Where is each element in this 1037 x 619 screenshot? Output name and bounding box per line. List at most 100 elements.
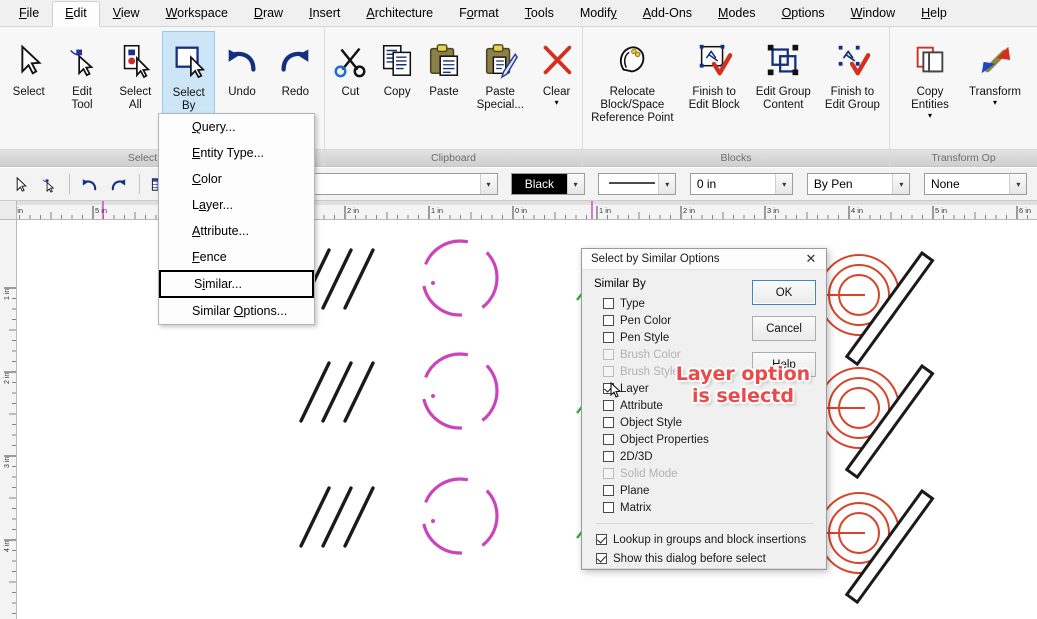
chevron-down-icon[interactable]: ▾ — [555, 99, 559, 107]
dialog-button-ok[interactable]: OK — [752, 280, 816, 305]
attr-field-arrow-select[interactable]: None ▾ — [923, 173, 1028, 195]
menu-item-help[interactable]: Help — [908, 1, 960, 26]
checkbox-icon[interactable] — [603, 400, 614, 411]
footer-checkbox-row-0[interactable]: Lookup in groups and block insertions — [596, 530, 816, 549]
ribbon-button-paste-special[interactable]: Paste Special... — [467, 31, 533, 127]
checkbox-label: Pen Style — [620, 331, 670, 344]
menu-item-edit[interactable]: Edit — [52, 1, 100, 27]
chevron-down-icon[interactable]: ▾ — [892, 174, 910, 194]
ribbon-button-copy-entities[interactable]: Copy Entities ▾ — [892, 31, 968, 127]
chevron-down-icon[interactable]: ▾ — [479, 174, 497, 194]
dropdown-item-similar-options[interactable]: Similar Options... — [159, 298, 314, 324]
select-all-icon — [116, 37, 154, 83]
copy-entities-icon — [911, 37, 949, 83]
ribbon-button-label: Copy Entities — [911, 86, 949, 111]
menu-item-modify[interactable]: Modify — [567, 1, 630, 26]
menu-item-workspace[interactable]: Workspace — [153, 1, 241, 26]
chevron-down-icon[interactable]: ▾ — [1009, 174, 1027, 194]
ribbon-button-copy[interactable]: Copy — [374, 31, 421, 127]
ribbon-button-select[interactable]: Select — [2, 31, 55, 127]
ribbon-button-paste[interactable]: Paste — [421, 31, 468, 127]
checkbox-icon[interactable] — [596, 534, 607, 545]
checkbox-row-solid-mode: Solid Mode — [603, 465, 816, 482]
svg-text:2 in: 2 in — [4, 373, 11, 384]
attr-field-linestyle-select[interactable]: ▾ — [598, 173, 677, 195]
dropdown-item-similar[interactable]: Similar... — [159, 270, 314, 298]
menu-item-file[interactable]: File — [6, 1, 52, 26]
checkbox-icon[interactable] — [603, 451, 614, 462]
vertical-ruler[interactable]: 1 in2 in3 in4 in5 in — [0, 220, 17, 619]
ribbon-button-finish-to-edit-block[interactable]: Finish to Edit Block — [680, 31, 749, 127]
menu-item-options[interactable]: Options — [769, 1, 838, 26]
checkbox-row-2d-3d[interactable]: 2D/3D — [603, 448, 816, 465]
ruler-corner — [0, 201, 17, 220]
attr-field-pen-select[interactable]: By Pen ▾ — [806, 173, 911, 195]
attr-field-color-select[interactable]: Black ▾ — [511, 173, 585, 195]
checkbox-icon[interactable] — [596, 553, 607, 564]
dropdown-item-color[interactable]: Color — [159, 166, 314, 192]
toolbar-arrow-cursor-icon[interactable] — [8, 173, 32, 195]
ribbon-button-finish-to-edit-group[interactable]: Finish to Edit Group — [818, 31, 887, 127]
checkbox-row-object-style[interactable]: Object Style — [603, 414, 816, 431]
ribbon-group-label: Blocks — [583, 149, 889, 166]
chevron-down-icon[interactable]: ▾ — [775, 174, 793, 194]
ribbon-button-label: Relocate Block/Space Reference Point — [591, 86, 674, 124]
ribbon-button-select-all[interactable]: Select All — [109, 31, 162, 127]
chevron-down-icon[interactable]: ▾ — [993, 99, 997, 107]
checkbox-icon[interactable] — [603, 298, 614, 309]
toolbar-redo-icon[interactable] — [106, 173, 130, 195]
chevron-down-icon[interactable]: ▾ — [658, 174, 676, 194]
menu-item-modes[interactable]: Modes — [705, 1, 769, 26]
toolbar-edit-tool-icon[interactable] — [36, 173, 60, 195]
checkbox-row-plane[interactable]: Plane — [603, 482, 816, 499]
ribbon-button-cut[interactable]: Cut — [327, 31, 374, 127]
dialog-footer-checkbox-list: Lookup in groups and block insertions Sho… — [594, 530, 816, 568]
select-by-dropdown-menu[interactable]: Query... Entity Type... Color Layer... Attri… — [158, 113, 315, 325]
checkbox-icon[interactable] — [603, 332, 614, 343]
dropdown-item-attribute[interactable]: Attribute... — [159, 218, 314, 244]
footer-checkbox-row-1[interactable]: Show this dialog before select — [596, 549, 816, 568]
chevron-down-icon[interactable]: ▾ — [928, 112, 932, 120]
checkbox-icon[interactable] — [603, 417, 614, 428]
checkbox-row-object-properties[interactable]: Object Properties — [603, 431, 816, 448]
dialog-titlebar[interactable]: Select by Similar Options ✕ — [582, 249, 826, 270]
transform-arrows-icon — [976, 37, 1014, 83]
ribbon-button-relocate-block-space-reference-point[interactable]: Relocate Block/Space Reference Point — [585, 31, 680, 127]
menu-item-view[interactable]: View — [100, 1, 153, 26]
checkbox-icon[interactable] — [603, 383, 614, 394]
checkbox-icon[interactable] — [603, 434, 614, 445]
svg-text:5 in: 5 in — [935, 206, 947, 215]
ribbon-button-edit-group-content[interactable]: Edit Group Content — [749, 31, 818, 127]
chevron-down-icon[interactable]: ▾ — [566, 174, 584, 194]
menu-item-insert[interactable]: Insert — [296, 1, 353, 26]
ribbon-button-transform[interactable]: Transform ▾ — [968, 31, 1022, 127]
ribbon-button-edit-tool[interactable]: Edit Tool — [55, 31, 108, 127]
red-x-icon — [538, 37, 576, 83]
dropdown-item-layer[interactable]: Layer... — [159, 192, 314, 218]
dialog-button-cancel[interactable]: Cancel — [752, 316, 816, 341]
dropdown-item-query[interactable]: Query... — [159, 114, 314, 140]
checkbox-row-attribute[interactable]: Attribute — [603, 397, 816, 414]
horizontal-ruler[interactable]: 6 in5 in4 in3 in2 in1 in0 in1 in2 in3 in… — [0, 201, 1037, 220]
ribbon-button-label: Cut — [341, 86, 360, 98]
menu-item-draw[interactable]: Draw — [241, 1, 296, 26]
menu-item-add-ons[interactable]: Add-Ons — [630, 1, 705, 26]
menu-item-tools[interactable]: Tools — [512, 1, 567, 26]
checkbox-icon[interactable] — [603, 315, 614, 326]
checkbox-icon[interactable] — [603, 485, 614, 496]
checkbox-row-matrix[interactable]: Matrix — [603, 499, 816, 516]
dialog-button-help[interactable]: Help — [752, 352, 816, 377]
attr-field-lineweight-select[interactable]: 0 in ▾ — [689, 173, 794, 195]
menu-item-format[interactable]: Format — [446, 1, 512, 26]
svg-text:0 in: 0 in — [515, 206, 527, 215]
close-icon[interactable]: ✕ — [800, 249, 822, 269]
menu-item-window[interactable]: Window — [838, 1, 908, 26]
svg-text:1 in: 1 in — [431, 206, 443, 215]
svg-text:2 in: 2 in — [683, 206, 695, 215]
toolbar-undo-icon[interactable] — [78, 173, 102, 195]
menu-item-architecture[interactable]: Architecture — [353, 1, 446, 26]
ribbon-button-clear[interactable]: Clear ▾ — [533, 31, 580, 127]
checkbox-icon[interactable] — [603, 502, 614, 513]
dropdown-item-fence[interactable]: Fence — [159, 244, 314, 270]
dropdown-item-entity-type[interactable]: Entity Type... — [159, 140, 314, 166]
